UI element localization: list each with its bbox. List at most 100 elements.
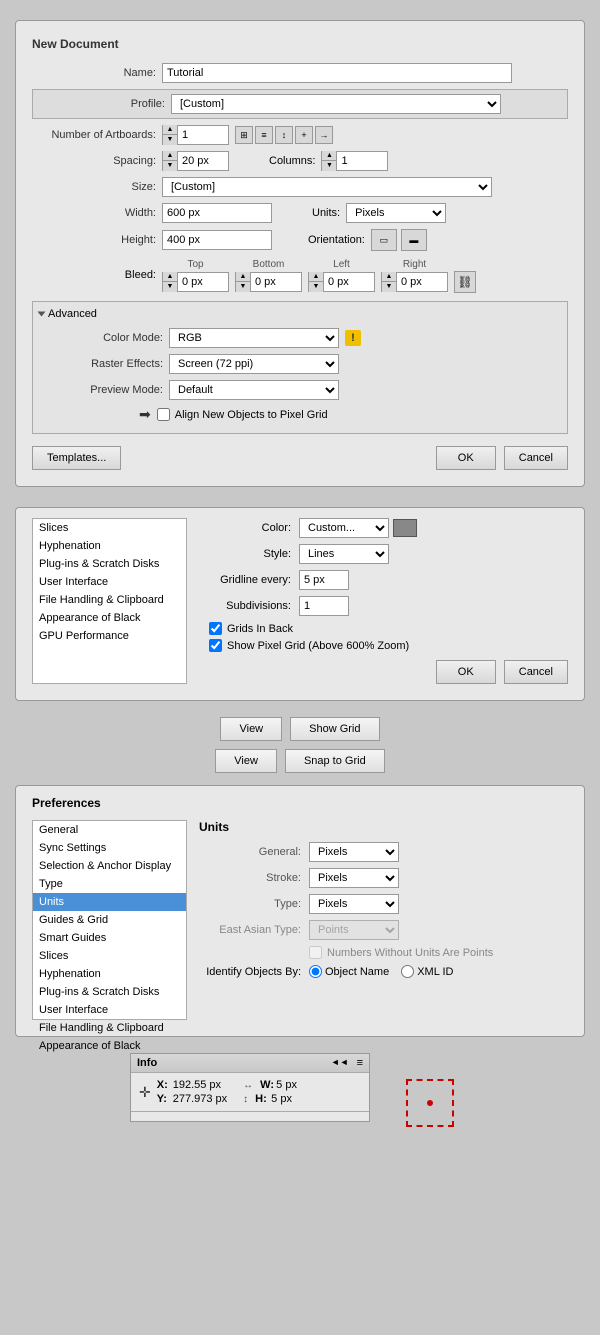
pref-hyphenation[interactable]: Hyphenation bbox=[33, 965, 186, 983]
pref-sync[interactable]: Sync Settings bbox=[33, 839, 186, 857]
remove-icon[interactable]: → bbox=[315, 126, 333, 144]
bleed-bottom-value: 0 px bbox=[251, 276, 301, 288]
style-select[interactable]: Lines bbox=[299, 544, 389, 564]
raster-select[interactable]: Screen (72 ppi) bbox=[169, 354, 339, 374]
landscape-btn[interactable]: ▬ bbox=[401, 229, 427, 251]
bleed-bottom-down[interactable]: ▼ bbox=[236, 282, 250, 292]
spacing-up[interactable]: ▲ bbox=[163, 151, 177, 161]
bleed-right-down[interactable]: ▼ bbox=[382, 282, 396, 292]
pref-units[interactable]: Units bbox=[33, 893, 186, 911]
sidebar-file-handling[interactable]: File Handling & Clipboard bbox=[33, 591, 186, 609]
size-row: Size: [Custom] bbox=[32, 177, 568, 197]
bleed-right-spinner[interactable]: ▲ ▼ 0 px bbox=[381, 272, 448, 292]
color-select[interactable]: Custom... bbox=[299, 518, 389, 538]
pref-selection[interactable]: Selection & Anchor Display bbox=[33, 857, 186, 875]
w-coord: ↔ W: 5 px bbox=[243, 1079, 297, 1091]
color-mode-row: Color Mode: RGB ! bbox=[39, 328, 561, 348]
height-input[interactable] bbox=[162, 230, 272, 250]
artboards-spinner[interactable]: ▲ ▼ 1 bbox=[162, 125, 229, 145]
collapse-icon[interactable]: ◄◄ bbox=[331, 1057, 349, 1069]
align-checkbox[interactable] bbox=[157, 408, 170, 421]
pref-smart-guides[interactable]: Smart Guides bbox=[33, 929, 186, 947]
color-mode-select[interactable]: RGB bbox=[169, 328, 339, 348]
bleed-fields: Top ▲ ▼ 0 px Bottom ▲ ▼ 0 px bbox=[162, 257, 476, 293]
ok-button[interactable]: OK bbox=[436, 446, 496, 470]
object-name-option[interactable]: Object Name bbox=[309, 965, 389, 978]
bleed-bottom-up[interactable]: ▲ bbox=[236, 272, 250, 282]
general-units-select[interactable]: Pixels bbox=[309, 842, 399, 862]
collapse-triangle[interactable] bbox=[38, 312, 46, 317]
pref-general[interactable]: General bbox=[33, 821, 186, 839]
identify-options: Object Name XML ID bbox=[309, 965, 453, 978]
menu-icon[interactable]: ≡ bbox=[357, 1057, 363, 1069]
bleed-left-down[interactable]: ▼ bbox=[309, 282, 323, 292]
pref-type[interactable]: Type bbox=[33, 875, 186, 893]
name-label: Name: bbox=[32, 67, 162, 79]
pref-file2[interactable]: File Handling & Clipboard bbox=[33, 1019, 186, 1037]
sidebar-slices[interactable]: Slices bbox=[33, 519, 186, 537]
view-button-1[interactable]: View bbox=[220, 717, 282, 741]
add-icon[interactable]: + bbox=[295, 126, 313, 144]
show-pixel-checkbox[interactable] bbox=[209, 639, 222, 652]
preview-select[interactable]: Default bbox=[169, 380, 339, 400]
cancel-button[interactable]: Cancel bbox=[504, 446, 568, 470]
size-select[interactable]: [Custom] bbox=[162, 177, 492, 197]
spacing-down[interactable]: ▼ bbox=[163, 161, 177, 171]
view-button-2[interactable]: View bbox=[215, 749, 277, 773]
pref-plugins2[interactable]: Plug-ins & Scratch Disks bbox=[33, 983, 186, 1001]
width-input[interactable] bbox=[162, 203, 272, 223]
artboards-down[interactable]: ▼ bbox=[163, 135, 177, 145]
show-grid-button[interactable]: Show Grid bbox=[290, 717, 379, 741]
preferences-title: Preferences bbox=[32, 796, 568, 810]
pref-guides[interactable]: Guides & Grid bbox=[33, 911, 186, 929]
sidebar-hyphenation[interactable]: Hyphenation bbox=[33, 537, 186, 555]
link-bleed-btn[interactable]: ⛓ bbox=[454, 271, 476, 293]
snap-grid-button[interactable]: Snap to Grid bbox=[285, 749, 385, 773]
profile-select[interactable]: [Custom] bbox=[171, 94, 501, 114]
col-icon[interactable]: ↕ bbox=[275, 126, 293, 144]
color-swatch[interactable] bbox=[393, 519, 417, 537]
name-input[interactable] bbox=[162, 63, 512, 83]
units-label: Units: bbox=[312, 207, 340, 219]
bleed-top-spinner[interactable]: ▲ ▼ 0 px bbox=[162, 272, 229, 292]
bleed-top-down[interactable]: ▼ bbox=[163, 282, 177, 292]
bleed-left-up[interactable]: ▲ bbox=[309, 272, 323, 282]
grid-cancel-button[interactable]: Cancel bbox=[504, 660, 568, 684]
sidebar-plugins[interactable]: Plug-ins & Scratch Disks bbox=[33, 555, 186, 573]
profile-section: Profile: [Custom] bbox=[32, 89, 568, 119]
columns-up[interactable]: ▲ bbox=[322, 151, 336, 161]
templates-button[interactable]: Templates... bbox=[32, 446, 121, 470]
stroke-select[interactable]: Pixels bbox=[309, 868, 399, 888]
artboards-up[interactable]: ▲ bbox=[163, 125, 177, 135]
row-icon[interactable]: ≡ bbox=[255, 126, 273, 144]
columns-spinner[interactable]: ▲ ▼ 1 bbox=[321, 151, 388, 171]
bleed-bottom-label: Bottom bbox=[253, 259, 285, 270]
type-units-row: Type: Pixels bbox=[199, 894, 568, 914]
bleed-left-spinner[interactable]: ▲ ▼ 0 px bbox=[308, 272, 375, 292]
object-name-radio[interactable] bbox=[309, 965, 322, 978]
portrait-btn[interactable]: ▭ bbox=[371, 229, 397, 251]
bleed-bottom-spinner[interactable]: ▲ ▼ 0 px bbox=[235, 272, 302, 292]
spacing-spinner[interactable]: ▲ ▼ 20 px bbox=[162, 151, 229, 171]
grid-ok-button[interactable]: OK bbox=[436, 660, 496, 684]
view-buttons-section: View Show Grid View Snap to Grid bbox=[15, 717, 585, 773]
columns-down[interactable]: ▼ bbox=[322, 161, 336, 171]
info-panel-footer bbox=[131, 1111, 369, 1121]
subdivisions-input[interactable] bbox=[299, 596, 349, 616]
pref-slices[interactable]: Slices bbox=[33, 947, 186, 965]
bleed-right-up[interactable]: ▲ bbox=[382, 272, 396, 282]
bleed-top-up[interactable]: ▲ bbox=[163, 272, 177, 282]
spacing-label: Spacing: bbox=[32, 155, 162, 167]
grids-in-back-checkbox[interactable] bbox=[209, 622, 222, 635]
sidebar-ui[interactable]: User Interface bbox=[33, 573, 186, 591]
sidebar-appearance[interactable]: Appearance of Black bbox=[33, 609, 186, 627]
xml-id-option[interactable]: XML ID bbox=[401, 965, 453, 978]
pref-ui[interactable]: User Interface bbox=[33, 1001, 186, 1019]
gridline-input[interactable] bbox=[299, 570, 349, 590]
type-select[interactable]: Pixels bbox=[309, 894, 399, 914]
sidebar-gpu[interactable]: GPU Performance bbox=[33, 627, 186, 645]
xml-id-radio[interactable] bbox=[401, 965, 414, 978]
units-select[interactable]: Pixels bbox=[346, 203, 446, 223]
grid-icon[interactable]: ⊞ bbox=[235, 126, 253, 144]
artboards-value: 1 bbox=[178, 129, 228, 141]
